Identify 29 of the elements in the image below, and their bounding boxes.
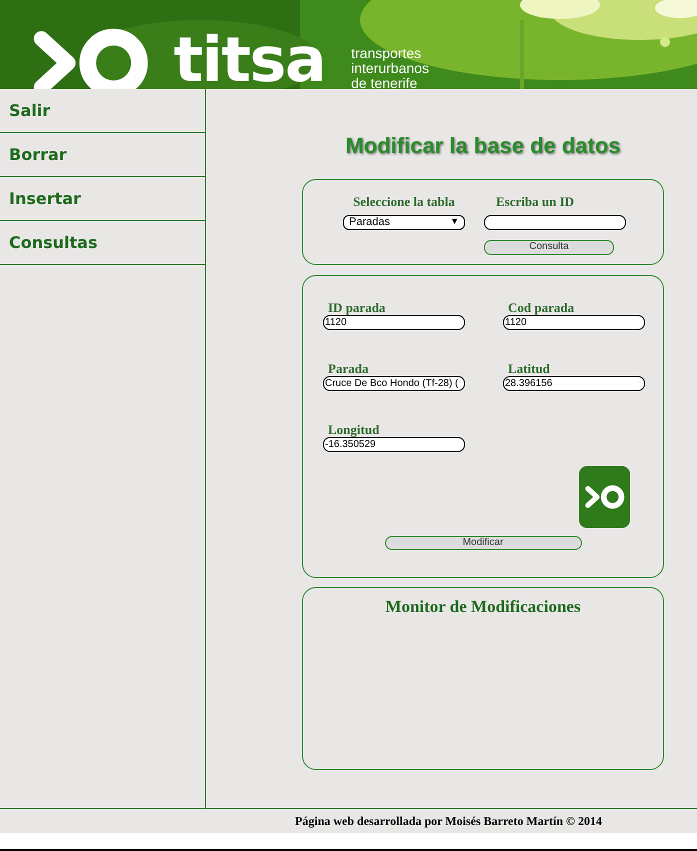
- field-label: Seleccione la tabla: [353, 193, 455, 211]
- sidebar-item[interactable]: Salir: [0, 89, 205, 133]
- field-label: Latitud: [508, 361, 551, 376]
- brand-name: titsa: [174, 29, 326, 89]
- field-label: Longitud: [328, 422, 380, 437]
- field-label: ID parada: [328, 300, 386, 315]
- field-label: Cod parada: [508, 300, 576, 315]
- modify-button[interactable]: Modificar: [384, 536, 582, 550]
- text-field[interactable]: -16.350529: [323, 437, 465, 452]
- field-label: Escriba un ID: [496, 193, 574, 211]
- brand-tagline: de tenerife: [351, 76, 418, 89]
- sidebar-item[interactable]: Consultas: [0, 221, 205, 265]
- text-field[interactable]: 1120: [323, 315, 465, 330]
- id-field[interactable]: [484, 214, 626, 230]
- logo-icon: [584, 484, 626, 510]
- field-label: Parada: [328, 361, 370, 376]
- monitor-title: Monitor de Modificaciones: [385, 596, 581, 618]
- page-title: Modificar la base de datos: [344, 132, 622, 160]
- brand-tagline: transportes: [351, 46, 422, 61]
- dropdown-icon: ▼: [450, 215, 459, 229]
- footer-text: Página web desarrollada por Moisés Barreto Martín © 2014: [295, 813, 602, 830]
- brand-tagline: interurbanos: [351, 61, 429, 76]
- sidebar-item[interactable]: Borrar: [0, 133, 205, 177]
- table-select[interactable]: Paradas ▼: [343, 214, 465, 230]
- text-field[interactable]: 1120: [503, 315, 645, 330]
- text-field[interactable]: 28.396156: [503, 376, 645, 391]
- sidebar-item[interactable]: Insertar: [0, 177, 205, 221]
- query-button[interactable]: Consulta: [484, 240, 614, 254]
- text-field[interactable]: Cruce De Bco Hondo (Tf-28) (: [323, 376, 465, 391]
